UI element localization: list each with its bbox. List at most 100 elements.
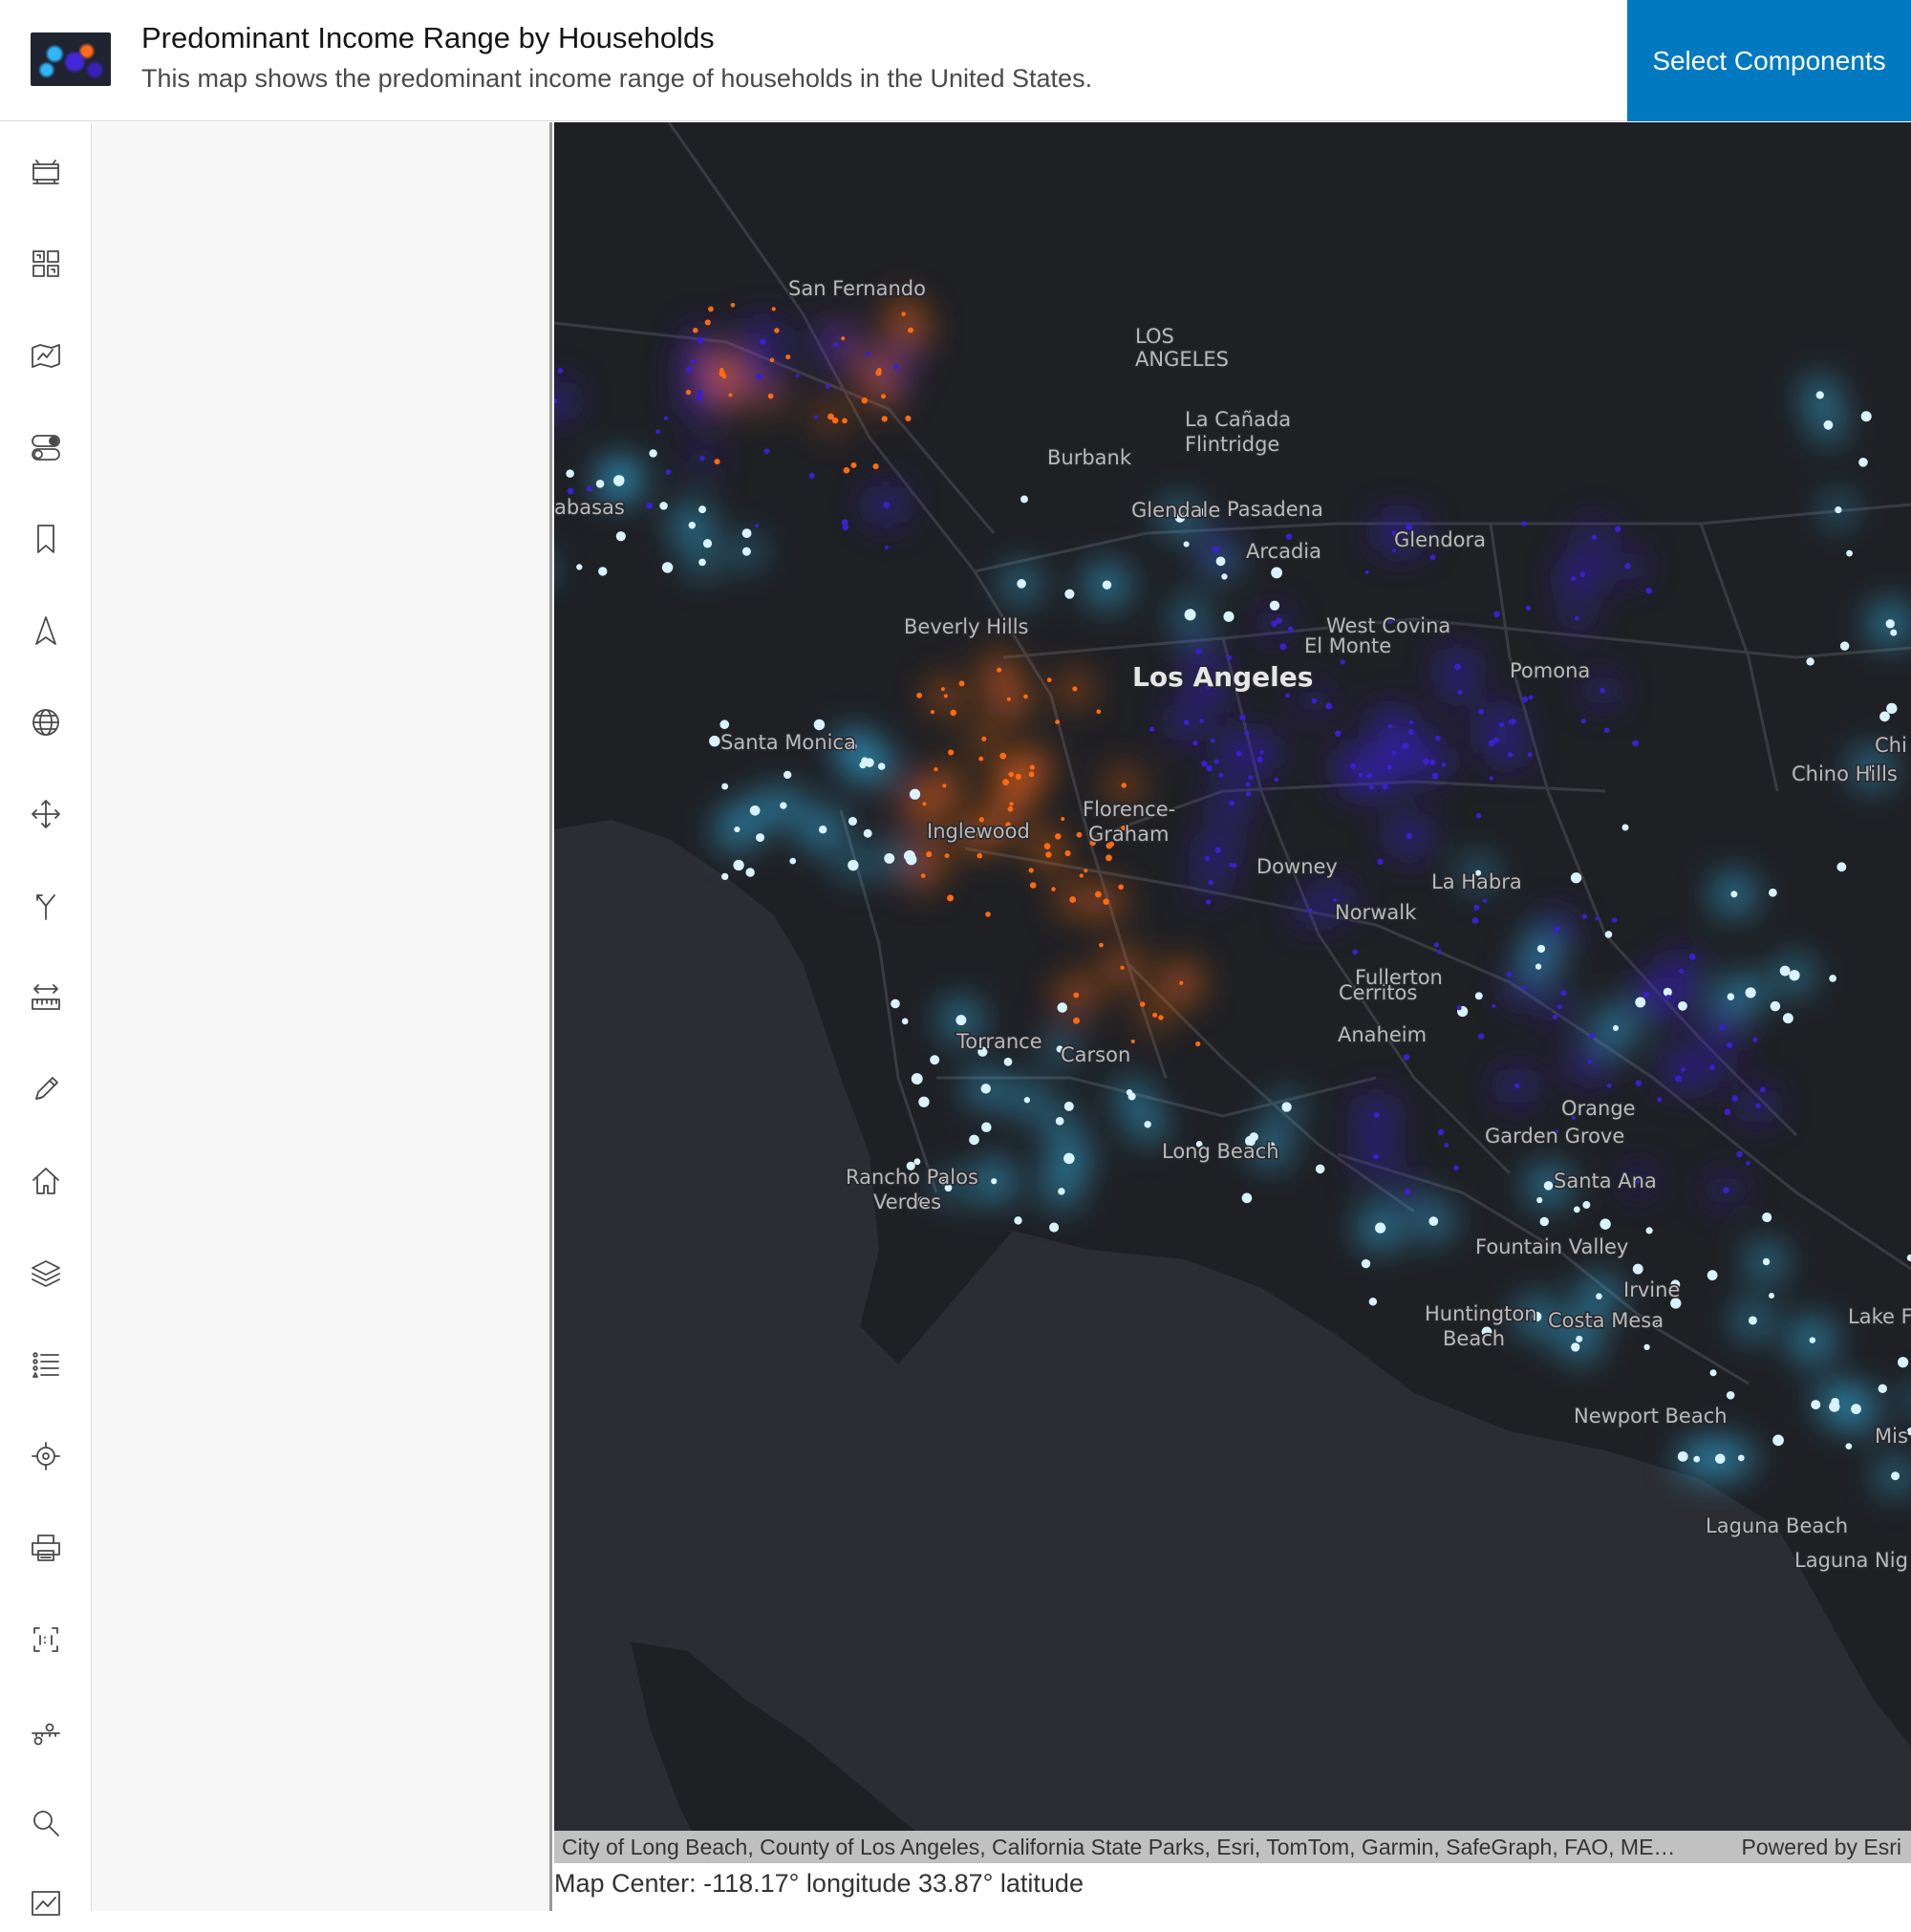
income-point [741,528,752,539]
measure-button[interactable] [17,969,75,1026]
income-point [934,767,938,772]
pan-button[interactable] [17,785,75,843]
income-point [1506,972,1513,977]
income-point [745,868,755,877]
income-point [693,327,698,333]
home-button[interactable] [17,1152,75,1210]
income-point [1429,759,1436,765]
place-label: Irvine [1623,1278,1680,1301]
income-point [948,749,955,756]
income-point [1015,773,1021,780]
income-point [1606,1083,1612,1088]
income-point [892,364,899,370]
place-label: Arcadia [1246,540,1321,563]
draw-button[interactable] [17,1061,75,1118]
income-point [1256,756,1263,763]
attribution-text[interactable]: City of Long Beach, County of Los Angele… [562,1831,1718,1863]
income-point [922,802,927,806]
income-point [1058,1188,1065,1195]
income-point [1192,741,1198,746]
income-point [1441,762,1447,767]
map-thumbnail [31,32,111,86]
income-point [943,694,948,698]
income-point [1063,1101,1074,1111]
income-point [1315,1164,1325,1174]
income-point [848,816,857,826]
income-point [825,384,830,390]
income-point [1239,714,1246,721]
income-point [1215,556,1226,567]
income-point [1521,696,1529,703]
map-view[interactable]: San Fernando LOS ANGELES La Cañada Flintridg… [554,122,1911,1863]
income-point [1665,995,1671,999]
income-point [1600,1218,1611,1230]
income-point [1539,1216,1549,1227]
basemap-gallery-button[interactable] [17,143,75,201]
income-point [1205,899,1212,905]
income-point [1241,1192,1253,1204]
income-point [665,469,672,475]
income-point [1789,970,1800,981]
income-point [1183,541,1190,547]
income-point [1731,1095,1739,1102]
toggle-button[interactable] [17,419,75,476]
income-point [1214,847,1221,853]
income-point [1276,617,1282,624]
place-label: Fullerton [1355,966,1443,989]
income-point [1730,891,1738,898]
income-point [1709,1369,1717,1377]
income-point [1709,1064,1715,1071]
income-point [721,783,729,790]
income-point [774,328,780,333]
slider-button[interactable] [17,1703,75,1760]
income-point [1287,626,1294,633]
income-point [1645,588,1652,594]
income-point [612,475,625,486]
income-point [1269,600,1280,611]
income-point [1007,805,1014,812]
income-point [1878,1384,1888,1394]
income-point [1407,729,1414,735]
income-point [719,719,730,730]
income-point [756,373,763,380]
income-point [1457,689,1463,696]
basemap-gallery-icon [32,160,59,184]
map-button[interactable] [17,327,75,384]
income-point [1405,1189,1411,1195]
grid-widgets-button[interactable] [17,235,75,292]
branch-button[interactable] [17,877,75,934]
scale-button[interactable] [17,1611,75,1668]
income-point [1206,764,1213,772]
income-point [1009,802,1014,806]
income-point [884,852,895,864]
bookmark-button[interactable] [17,510,75,568]
globe-button[interactable] [17,694,75,751]
income-point [697,336,704,344]
layers-button[interactable] [17,1244,75,1301]
search-button[interactable] [17,1794,75,1852]
income-point [1769,888,1777,897]
locate-button[interactable] [17,1428,75,1485]
income-point [997,667,1002,673]
income-point [1235,750,1242,757]
income-point [1201,761,1208,767]
income-point [1581,913,1588,919]
powered-by-esri[interactable]: Powered by Esri [1742,1831,1901,1863]
slider-icon [32,1723,60,1746]
income-point [1611,917,1618,923]
select-components-button[interactable]: Select Components [1627,0,1911,121]
legend-button[interactable] [17,1336,75,1393]
income-point [1845,1443,1853,1450]
navigate-button[interactable] [17,602,75,659]
income-point [1352,949,1359,955]
income-point [1281,1102,1292,1112]
income-point [1377,858,1384,866]
chart-button[interactable] [17,1875,75,1932]
print-button[interactable] [17,1519,75,1577]
income-point [1897,1357,1909,1368]
income-point [980,1084,991,1094]
place-label: Beach [1443,1327,1505,1350]
income-point [1073,992,1080,998]
toggle-icon [32,435,60,461]
income-point [1274,777,1278,782]
